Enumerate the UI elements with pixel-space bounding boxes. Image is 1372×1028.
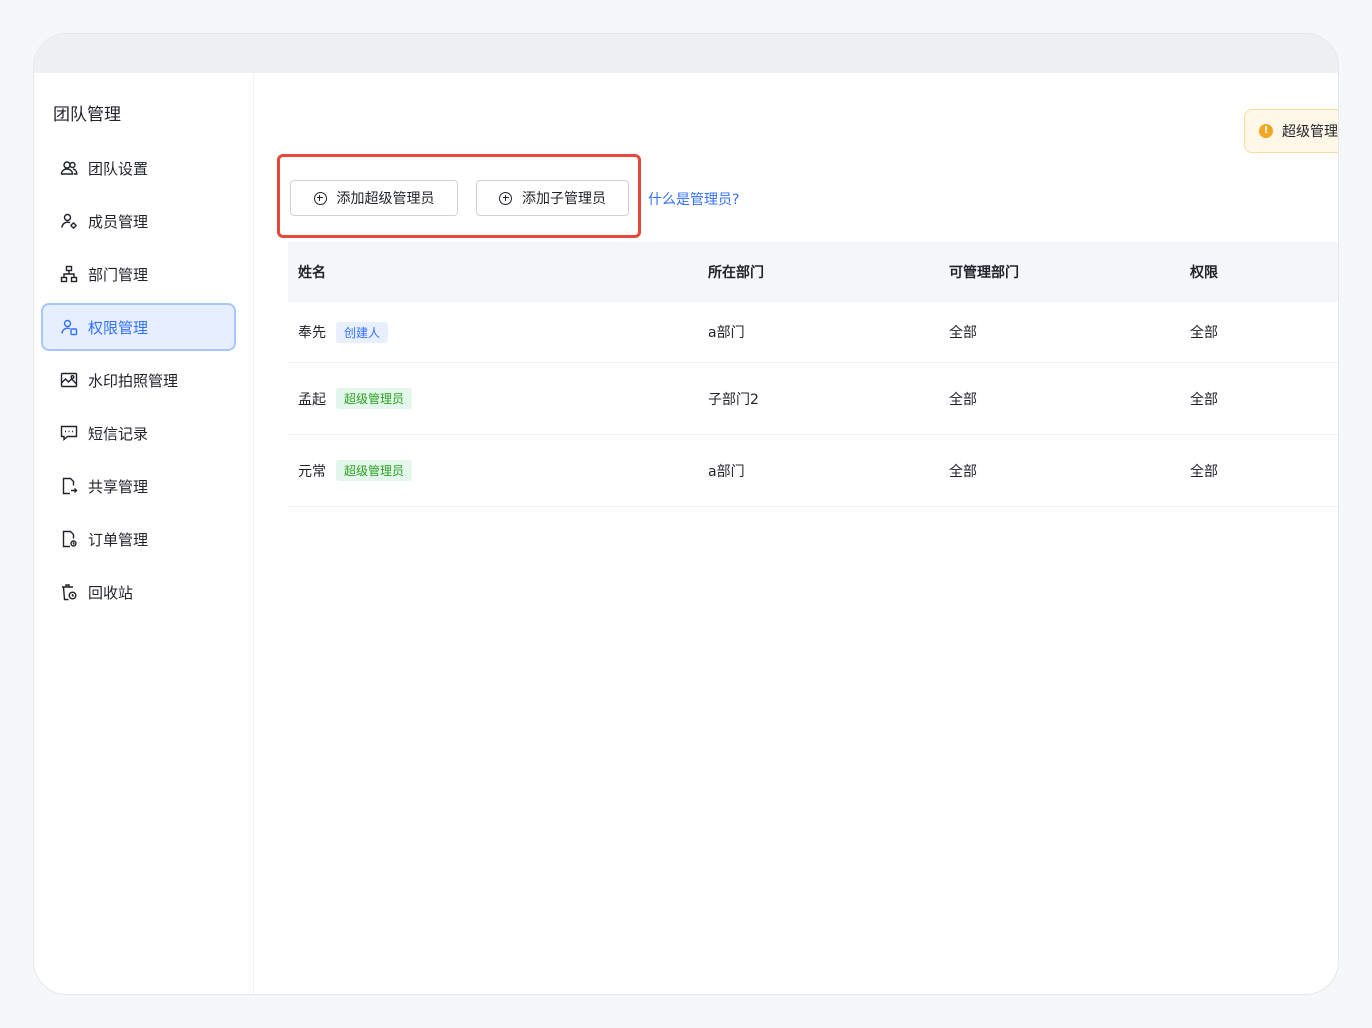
sidebar-item-permission-management[interactable]: 权限管理 <box>41 303 236 351</box>
add-sub-admin-button[interactable]: 添加子管理员 <box>476 180 629 216</box>
table-header: 姓名 所在部门 可管理部门 权限 <box>288 242 1338 302</box>
sidebar-item-member-management[interactable]: 成员管理 <box>41 197 236 245</box>
admin-permission: 全部 <box>1190 463 1218 480</box>
sidebar-item-recycle-bin[interactable]: 回收站 <box>41 568 236 616</box>
admin-table: 姓名 所在部门 可管理部门 权限 奉先 创建人 a部门 全部 全部 孟起 超级管… <box>288 242 1338 507</box>
sidebar-item-label: 短信记录 <box>88 424 149 443</box>
sidebar-item-label: 回收站 <box>88 583 134 602</box>
admin-name: 元常 <box>298 463 326 480</box>
main-content: ! 超级管理 添加超级管理员 添加子管理员 什么是管理员? 姓名 所在部门 可管… <box>254 73 1338 994</box>
sidebar-item-share-management[interactable]: 共享管理 <box>41 462 236 510</box>
department-icon <box>60 265 78 283</box>
role-tag: 超级管理员 <box>336 460 413 481</box>
super-admin-notice: ! 超级管理 <box>1244 109 1338 153</box>
sidebar-item-label: 团队设置 <box>88 159 149 178</box>
sidebar-item-label: 共享管理 <box>88 477 149 496</box>
admin-permission: 全部 <box>1190 325 1218 341</box>
add-circle-icon <box>313 191 327 205</box>
sidebar-item-sms-records[interactable]: 短信记录 <box>41 409 236 457</box>
admin-department: 子部门2 <box>708 391 759 408</box>
role-tag: 超级管理员 <box>336 388 413 409</box>
managed-departments: 全部 <box>949 391 977 408</box>
watermark-photo-icon <box>60 371 78 389</box>
column-header-permission: 权限 <box>1190 265 1218 281</box>
sidebar-item-department-management[interactable]: 部门管理 <box>41 250 236 298</box>
sidebar-title: 团队管理 <box>53 105 121 125</box>
add-super-admin-button[interactable]: 添加超级管理员 <box>290 180 458 216</box>
notice-text: 超级管理 <box>1282 124 1338 140</box>
sidebar-item-watermark-photo-management[interactable]: 水印拍照管理 <box>41 356 236 404</box>
table-row[interactable]: 孟起 超级管理员 子部门2 全部 全部 <box>288 363 1338 435</box>
column-header-managed-departments: 可管理部门 <box>949 265 1019 281</box>
admin-name: 孟起 <box>298 391 326 408</box>
add-circle-icon <box>499 191 512 205</box>
app-window: 团队管理 团队设置 成员管理 部门管理 权限管理 水印拍照管理 短信记录 共享管… <box>33 33 1339 995</box>
admin-name: 奉先 <box>298 325 326 341</box>
window-top-bar <box>34 34 1338 73</box>
managed-departments: 全部 <box>949 325 977 341</box>
sidebar-item-label: 订单管理 <box>88 530 149 549</box>
sms-icon <box>60 424 78 442</box>
sidebar-item-label: 水印拍照管理 <box>88 371 179 390</box>
admin-department: a部门 <box>708 463 745 480</box>
sidebar-item-team-settings[interactable]: 团队设置 <box>41 144 236 192</box>
team-icon <box>60 159 78 177</box>
table-row[interactable]: 元常 超级管理员 a部门 全部 全部 <box>288 435 1338 507</box>
sidebar-item-order-management[interactable]: 订单管理 <box>41 515 236 563</box>
column-header-name: 姓名 <box>298 265 326 281</box>
admin-department: a部门 <box>708 325 745 341</box>
sidebar-item-label: 部门管理 <box>88 265 149 284</box>
role-tag: 创建人 <box>336 321 389 343</box>
recycle-bin-icon <box>60 583 78 601</box>
managed-departments: 全部 <box>949 463 977 480</box>
warning-icon: ! <box>1259 124 1273 138</box>
share-icon <box>60 477 78 495</box>
sidebar: 团队管理 团队设置 成员管理 部门管理 权限管理 水印拍照管理 短信记录 共享管… <box>34 73 254 994</box>
admin-permission: 全部 <box>1190 391 1218 408</box>
table-row[interactable]: 奉先 创建人 a部门 全部 全部 <box>288 302 1338 363</box>
member-icon <box>60 212 78 230</box>
column-header-department: 所在部门 <box>708 265 764 281</box>
sidebar-item-label: 成员管理 <box>88 212 149 231</box>
what-is-admin-link[interactable]: 什么是管理员? <box>648 189 739 209</box>
sidebar-item-label: 权限管理 <box>88 318 149 337</box>
order-icon <box>60 530 78 548</box>
permission-icon <box>60 318 78 336</box>
